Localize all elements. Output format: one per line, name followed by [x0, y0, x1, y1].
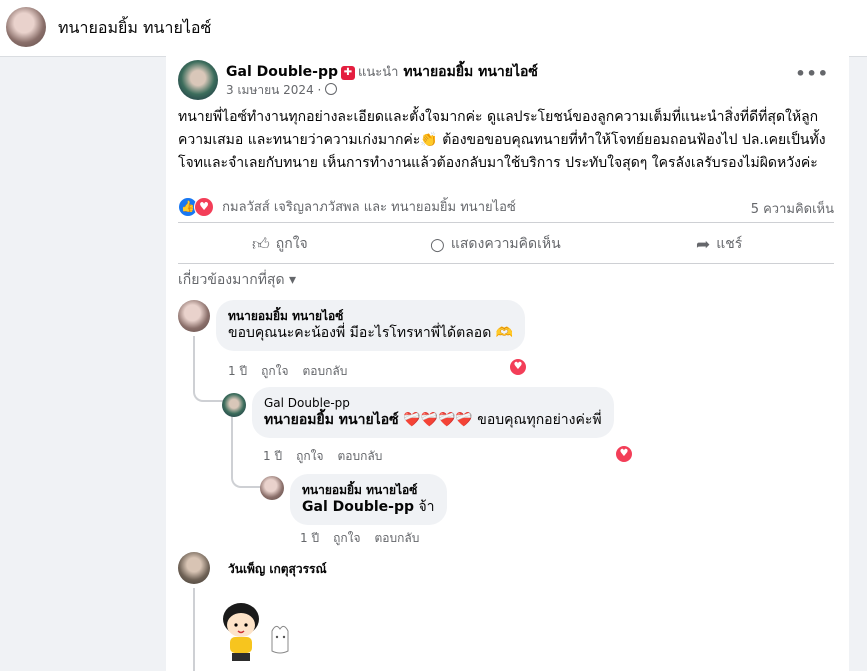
heart-reaction-icon[interactable]: ♥ — [508, 357, 528, 377]
comment-filter-dropdown[interactable]: เกี่ยวข้องมากที่สุด ▾ — [178, 269, 296, 291]
comment-button[interactable]: ○ แสดงความคิดเห็น — [430, 233, 561, 255]
comment-actions: 1 ปี ถูกใจ ตอบกลับ — [263, 447, 396, 466]
commenter-name[interactable]: วันเพ็ญ เกตุสุวรรณ์ — [228, 560, 327, 579]
comment-text: ❤️‍🩹❤️‍🩹❤️‍🩹❤️‍🩹 ขอบคุณทุกอย่างค่ะพี่ — [398, 412, 602, 428]
share-arrow-icon: ➦ — [696, 235, 711, 255]
share-button[interactable]: ➦ แชร์ — [696, 233, 742, 255]
post-text: ทนายพี่ไอซ์ทำงานทุกอย่างละเอียดและตั้งใจ… — [178, 109, 826, 171]
commenter-name[interactable]: Gal Double-pp — [264, 395, 602, 411]
commenter-avatar[interactable] — [260, 476, 284, 500]
recommend-icon: ✚ — [341, 66, 355, 80]
comment-like-button[interactable]: ถูกใจ — [296, 449, 323, 463]
author-avatar[interactable] — [178, 60, 218, 100]
reaction-names[interactable]: กมลวัสส์ เจริญลาภวัสพล และ ทนายอมยิ้ม ทน… — [222, 200, 516, 215]
author-name[interactable]: Gal Double-pp — [226, 64, 338, 80]
comment-bubble-icon: ○ — [430, 235, 445, 255]
post-date[interactable]: 3 เมษายน 2024 · — [226, 83, 321, 97]
more-options-button[interactable]: ••• — [795, 64, 829, 83]
page-title[interactable]: ทนายอมยิ้ม ทนายไอซ์ — [58, 16, 211, 41]
comment-text: ขอบคุณนะคะน้องพี่ มีอะไรโทรหาพี่ได้ตลอด … — [228, 325, 514, 341]
post-actions: 👍︎ ถูกใจ ○ แสดงความคิดเห็น ➦ แชร์ — [178, 224, 834, 260]
sticker-image — [223, 603, 289, 661]
comment-actions: 1 ปี ถูกใจ ตอบกลับ — [300, 529, 433, 548]
commenter-avatar[interactable] — [178, 552, 210, 584]
comment-time[interactable]: 1 ปี — [228, 364, 247, 378]
divider — [178, 263, 834, 264]
thumbs-up-icon: 👍︎ — [252, 235, 270, 255]
thread-line — [193, 588, 195, 671]
page-avatar[interactable] — [6, 7, 46, 47]
mention-link[interactable]: Gal Double-pp — [302, 499, 414, 515]
comment-text: จ้า — [414, 499, 435, 515]
heart-reaction-icon[interactable]: ♥ — [614, 444, 634, 464]
comment-like-button[interactable]: ถูกใจ — [261, 364, 288, 378]
post-meta: 3 เมษายน 2024 · — [226, 81, 338, 100]
commenter-name[interactable]: ทนายอมยิ้ม ทนายไอซ์ — [302, 482, 435, 498]
comment-bubble: ทนายอมยิ้ม ทนายไอซ์ ขอบคุณนะคะน้องพี่ มี… — [216, 300, 526, 351]
recommends-label: แนะนำ — [358, 65, 399, 80]
commenter-name[interactable]: ทนายอมยิ้ม ทนายไอซ์ — [228, 308, 513, 324]
comment-bubble: ทนายอมยิ้ม ทนายไอซ์ Gal Double-pp จ้า — [290, 474, 447, 525]
post-card: Gal Double-pp ✚ แนะนำ ทนายอมยิ้ม ทนายไอซ์ … — [166, 56, 849, 671]
divider — [178, 222, 834, 223]
comment-count[interactable]: 5 ความคิดเห็น — [751, 198, 834, 219]
page-header: ทนายอมยิ้ม ทนายไอซ์ — [0, 0, 867, 57]
recommended-page-name[interactable]: ทนายอมยิ้ม ทนายไอซ์ — [403, 64, 538, 80]
mention-link[interactable]: ทนายอมยิ้ม ทนายไอซ์ — [264, 412, 399, 428]
comment-time[interactable]: 1 ปี — [263, 449, 282, 463]
thread-line — [193, 336, 223, 402]
comment-reply-button[interactable]: ตอบกลับ — [375, 531, 420, 545]
comment-reply-button[interactable]: ตอบกลับ — [338, 449, 383, 463]
like-button[interactable]: 👍︎ ถูกใจ — [252, 233, 308, 255]
reaction-summary[interactable]: 👍 ♥ กมลวัสส์ เจริญลาภวัสพล และ ทนายอมยิ้ม… — [178, 196, 834, 218]
comment-actions: 1 ปี ถูกใจ ตอบกลับ — [228, 362, 361, 381]
love-reaction-icon: ♥ — [194, 196, 214, 217]
commenter-avatar[interactable] — [178, 300, 210, 332]
comment-like-button[interactable]: ถูกใจ — [333, 531, 360, 545]
comment-bubble: Gal Double-pp ทนายอมยิ้ม ทนายไอซ์ ❤️‍🩹❤️… — [252, 387, 614, 438]
globe-icon — [325, 83, 338, 95]
post-author-line: Gal Double-pp ✚ แนะนำ ทนายอมยิ้ม ทนายไอซ์ — [226, 61, 538, 83]
commenter-avatar[interactable] — [222, 393, 246, 417]
comment-time[interactable]: 1 ปี — [300, 531, 319, 545]
comment-reply-button[interactable]: ตอบกลับ — [303, 364, 348, 378]
